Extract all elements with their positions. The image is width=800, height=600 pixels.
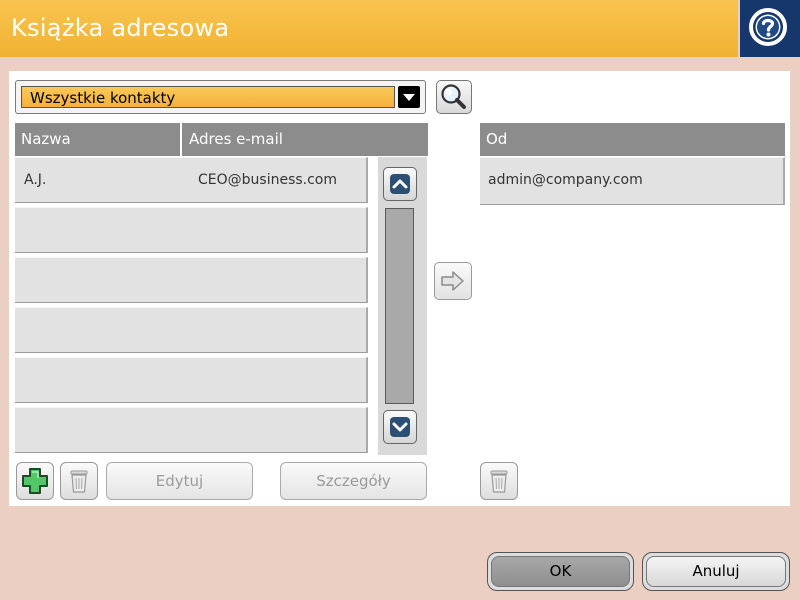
- contact-filter-dropdown[interactable]: Wszystkie kontakty: [15, 80, 426, 114]
- title-bar: Książka adresowa: [0, 0, 738, 57]
- plus-icon: [22, 468, 48, 494]
- chevron-down-icon[interactable]: [398, 86, 420, 108]
- delete-contact-button[interactable]: [60, 462, 98, 500]
- contact-row[interactable]: [15, 357, 368, 403]
- page-title: Książka adresowa: [11, 14, 230, 42]
- column-header-from: Od: [480, 123, 785, 156]
- cancel-button[interactable]: Anuluj: [642, 552, 790, 591]
- column-header-name[interactable]: Nazwa: [15, 123, 180, 156]
- contact-row[interactable]: [15, 257, 368, 303]
- help-area: [740, 0, 800, 57]
- chevron-up-icon: [390, 174, 410, 194]
- dropdown-selected-value: Wszystkie kontakty: [30, 89, 176, 107]
- magnifier-icon: [441, 84, 466, 109]
- scroll-up-button[interactable]: [383, 167, 417, 201]
- scrollbar-thumb[interactable]: [385, 208, 414, 404]
- from-row[interactable]: admin@company.com: [480, 157, 785, 205]
- contact-row[interactable]: [15, 207, 368, 253]
- trash-icon: [70, 470, 88, 493]
- column-header-email[interactable]: Adres e-mail: [182, 123, 428, 156]
- trash-icon: [490, 470, 508, 493]
- question-mark-icon: [753, 12, 783, 42]
- chevron-down-icon: [390, 417, 410, 437]
- contact-row[interactable]: [15, 307, 368, 353]
- contact-name: A.J.: [24, 172, 47, 188]
- from-address: admin@company.com: [488, 172, 643, 188]
- help-button[interactable]: [749, 8, 787, 46]
- arrow-right-icon: [441, 271, 464, 291]
- contact-email: CEO@business.com: [198, 172, 338, 188]
- delete-from-button[interactable]: [480, 462, 518, 500]
- move-right-button[interactable]: [434, 262, 472, 300]
- search-button[interactable]: [436, 80, 472, 114]
- cancel-label: Anuluj: [646, 556, 786, 587]
- ok-label: OK: [491, 556, 630, 587]
- edit-button[interactable]: Edytuj: [106, 462, 253, 500]
- ok-button[interactable]: OK: [487, 552, 634, 591]
- contact-row[interactable]: A.J. CEO@business.com: [15, 157, 368, 203]
- add-contact-button[interactable]: [16, 462, 54, 500]
- dropdown-field[interactable]: Wszystkie kontakty: [21, 86, 395, 108]
- contact-row[interactable]: [15, 407, 368, 453]
- details-button[interactable]: Szczegóły: [280, 462, 427, 500]
- scroll-down-button[interactable]: [383, 410, 417, 444]
